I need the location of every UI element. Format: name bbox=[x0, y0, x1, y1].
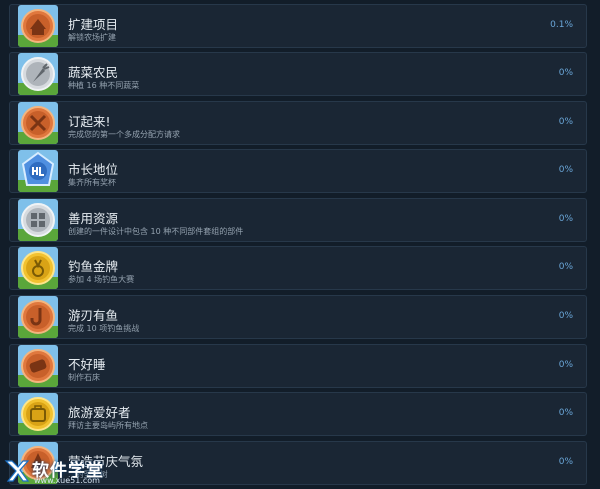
crest-icon bbox=[18, 150, 58, 192]
carrot-icon bbox=[18, 53, 58, 95]
achievement-title: 游刃有鱼 bbox=[68, 308, 119, 323]
utensils-icon bbox=[18, 102, 58, 144]
achievement-description: 完成您的第一个多成分配方请求 bbox=[68, 130, 180, 139]
watermark-logo-icon bbox=[4, 460, 30, 482]
suitcase-icon bbox=[18, 393, 58, 435]
achievement-title: 不好睡 bbox=[68, 357, 106, 372]
achievement-row[interactable]: 旅游爱好者 拜访主要岛屿所有地点 0% bbox=[9, 392, 587, 436]
achievement-row[interactable]: 市长地位 集齐所有奖杯 0% bbox=[9, 149, 587, 193]
achievement-description: 种植 16 种不同蔬菜 bbox=[68, 81, 140, 90]
unlock-percentage: 0% bbox=[558, 68, 573, 78]
achievement-description: 解锁农场扩建 bbox=[68, 33, 116, 42]
achievement-row[interactable]: 蔬菜农民 种植 16 种不同蔬菜 0% bbox=[9, 52, 587, 96]
achievement-row[interactable]: 订起来! 完成您的第一个多成分配方请求 0% bbox=[9, 101, 587, 145]
unlock-percentage: 0% bbox=[558, 117, 573, 127]
achievement-description: 制作石床 bbox=[68, 373, 100, 382]
fishhook-icon bbox=[18, 296, 58, 338]
achievement-row[interactable]: 不好睡 制作石床 0% bbox=[9, 344, 587, 388]
unlock-percentage: 0% bbox=[558, 360, 573, 370]
achievement-title: 旅游爱好者 bbox=[68, 405, 131, 420]
achievement-title: 扩建项目 bbox=[68, 17, 119, 32]
achievement-title: 市长地位 bbox=[68, 162, 119, 177]
unlock-percentage: 0% bbox=[558, 311, 573, 321]
achievement-description: 参加 4 场钓鱼大赛 bbox=[68, 275, 135, 284]
house-icon bbox=[18, 5, 58, 47]
site-watermark: 软件学堂 www.xue51.com bbox=[0, 453, 140, 489]
achievement-title: 善用资源 bbox=[68, 211, 119, 226]
unlock-percentage: 0% bbox=[558, 262, 573, 272]
unlock-percentage: 0% bbox=[558, 457, 573, 467]
achievement-description: 集齐所有奖杯 bbox=[68, 178, 116, 187]
achievement-title: 钓鱼金牌 bbox=[68, 259, 119, 274]
unlock-percentage: 0% bbox=[558, 214, 573, 224]
achievement-row[interactable]: 游刃有鱼 完成 10 项钓鱼挑战 0% bbox=[9, 295, 587, 339]
achievement-title: 蔬菜农民 bbox=[68, 65, 119, 80]
achievement-title: 订起来! bbox=[68, 114, 111, 129]
stone-bed-icon bbox=[18, 345, 58, 387]
gold-medal-icon bbox=[18, 247, 58, 289]
watermark-url: www.xue51.com bbox=[34, 476, 100, 485]
achievement-row[interactable]: 钓鱼金牌 参加 4 场钓鱼大赛 0% bbox=[9, 246, 587, 290]
puzzle-icon bbox=[18, 199, 58, 241]
achievement-description: 创建的一件设计中包含 10 种不同部件套组的部件 bbox=[68, 227, 244, 236]
unlock-percentage: 0.1% bbox=[550, 20, 573, 30]
unlock-percentage: 0% bbox=[558, 165, 573, 175]
achievement-row[interactable]: 善用资源 创建的一件设计中包含 10 种不同部件套组的部件 0% bbox=[9, 198, 587, 242]
unlock-percentage: 0% bbox=[558, 408, 573, 418]
achievement-description: 拜访主要岛屿所有地点 bbox=[68, 421, 148, 430]
achievement-row[interactable]: 扩建项目 解锁农场扩建 0.1% bbox=[9, 4, 587, 48]
achievement-description: 完成 10 项钓鱼挑战 bbox=[68, 324, 140, 333]
